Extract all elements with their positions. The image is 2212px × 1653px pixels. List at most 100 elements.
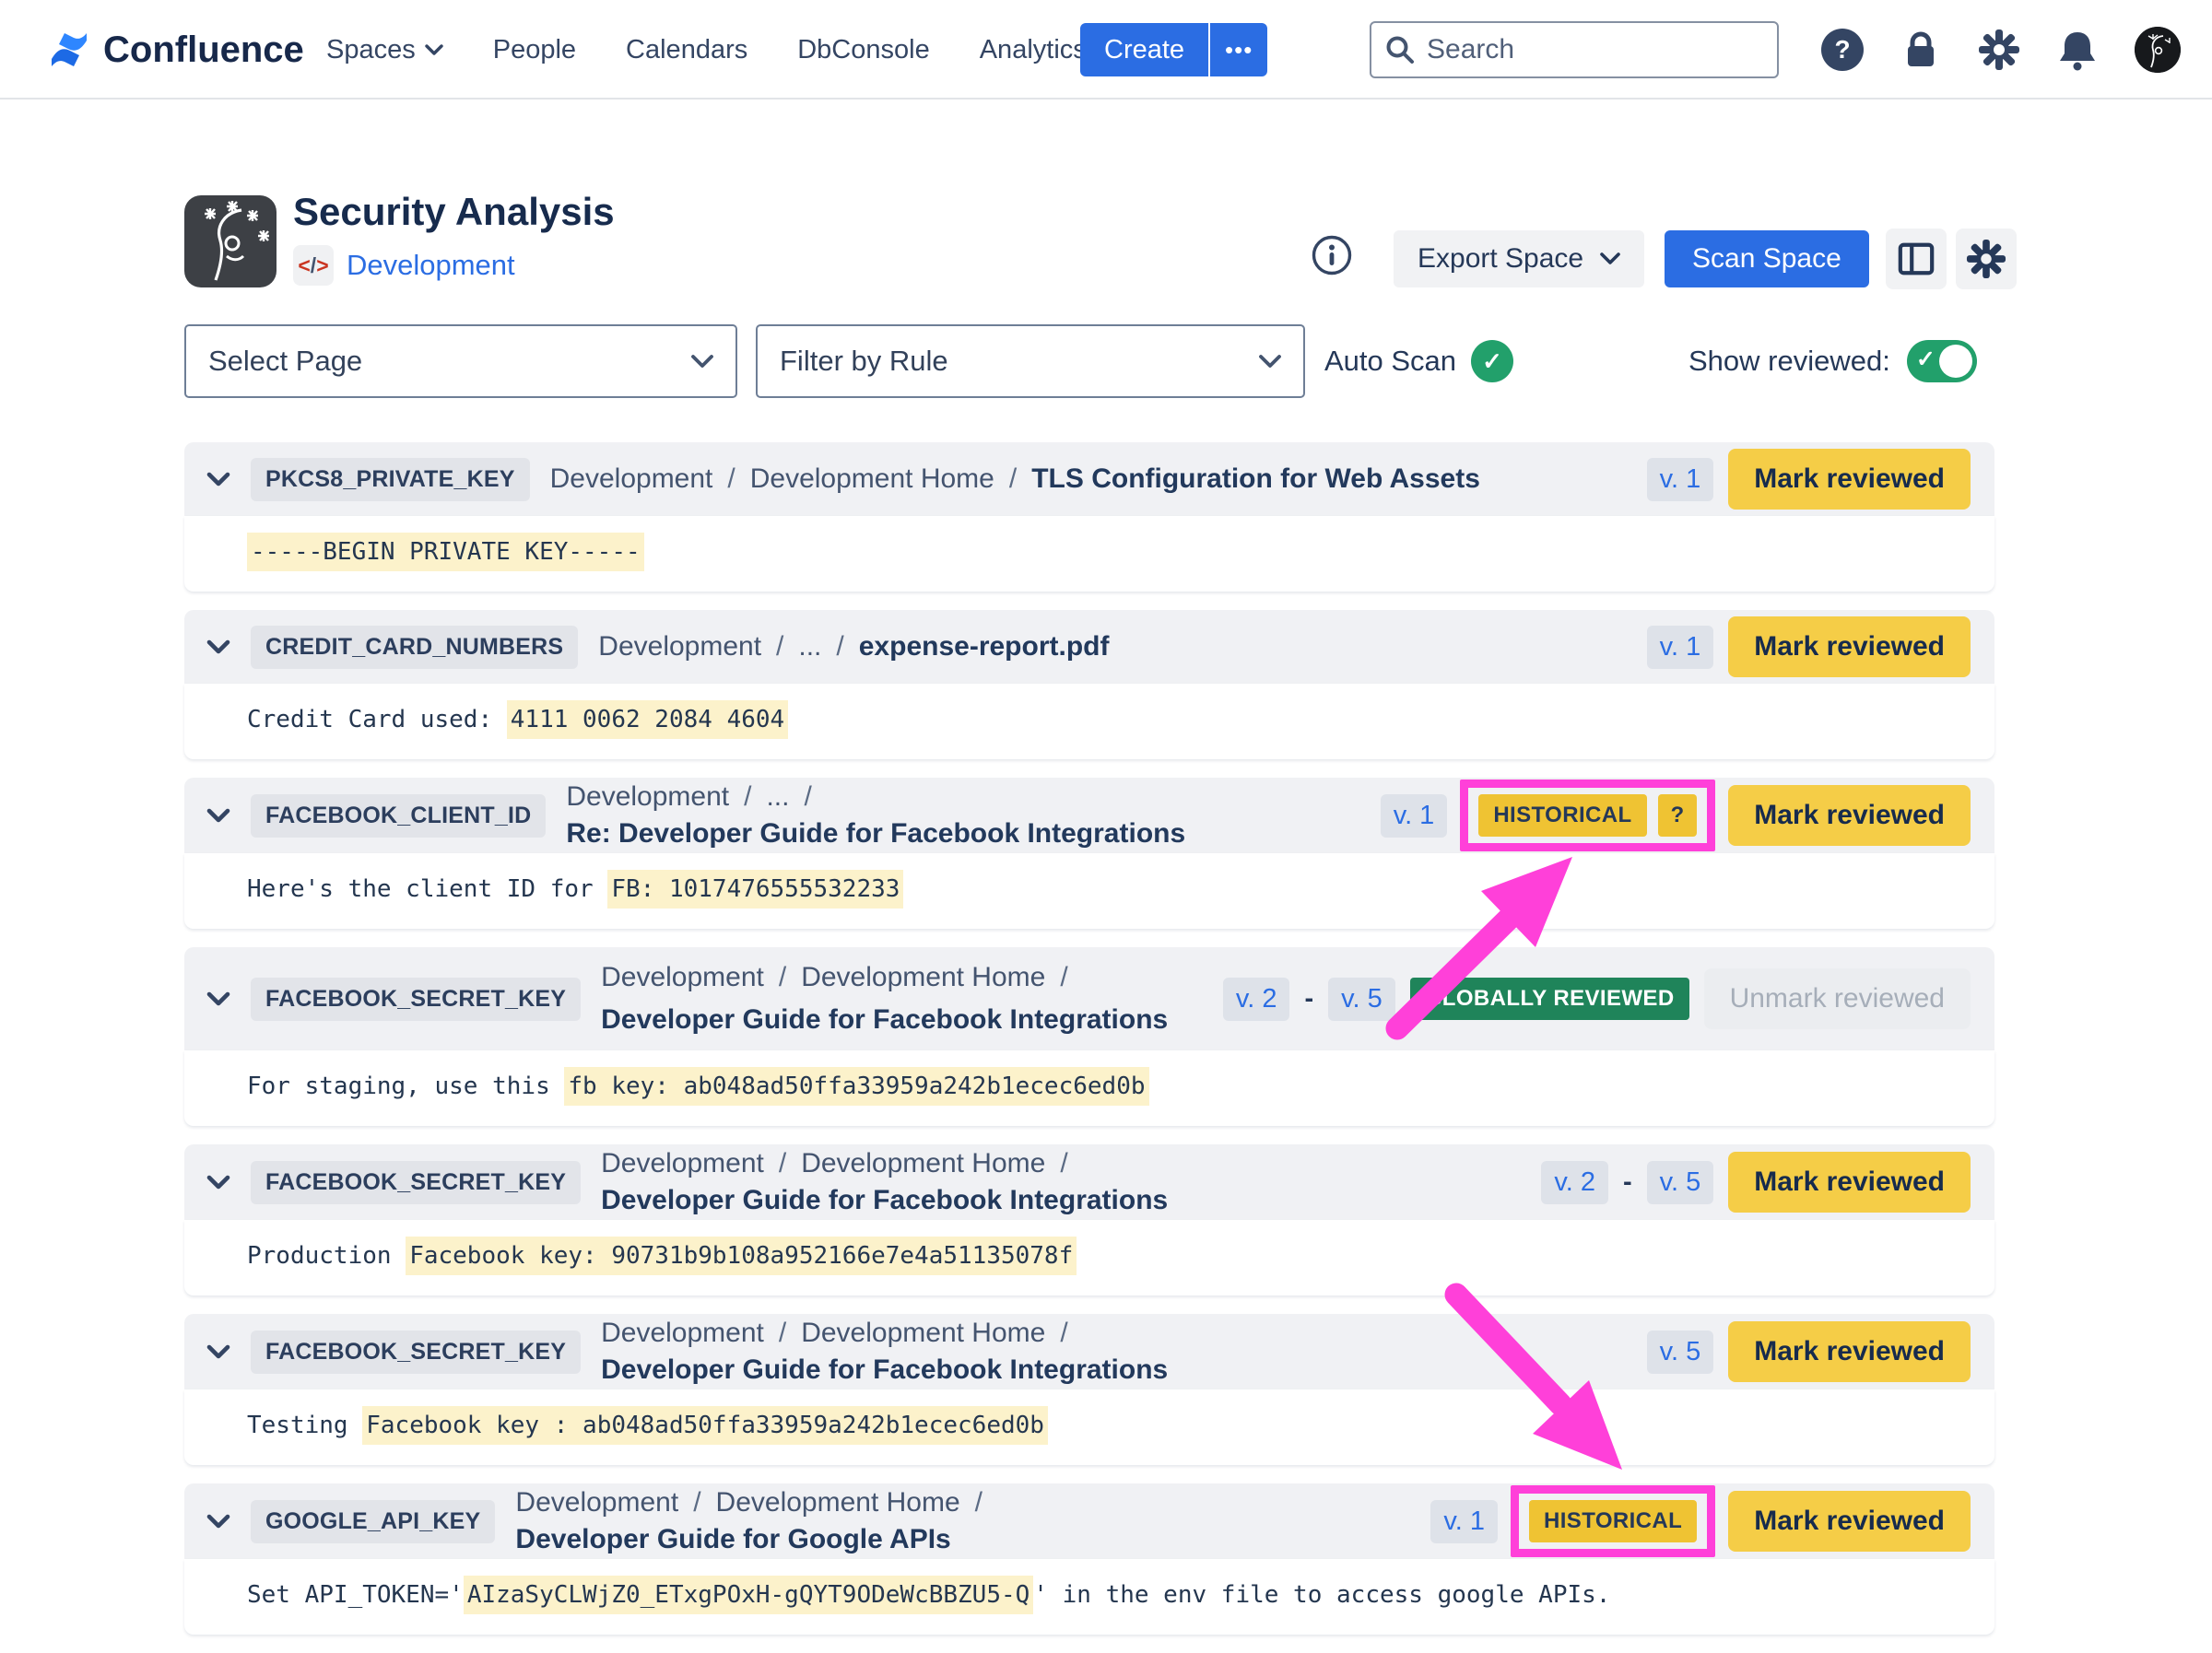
finding-actions: v. 1 HISTORICAL? Mark reviewed xyxy=(1381,785,1971,846)
version-range-dash: - xyxy=(1623,1167,1632,1198)
expand-chevron-icon[interactable] xyxy=(206,1175,230,1190)
mark-reviewed-button[interactable]: Mark reviewed xyxy=(1728,449,1971,510)
breadcrumb-item[interactable]: Developer Guide for Facebook Integration… xyxy=(601,1354,1168,1386)
create-button[interactable]: Create xyxy=(1080,23,1208,76)
expand-chevron-icon[interactable] xyxy=(206,1344,230,1359)
breadcrumb-item[interactable]: Development Home xyxy=(750,463,994,495)
filter-by-rule-dropdown[interactable]: Filter by Rule xyxy=(756,324,1305,398)
export-space-button[interactable]: Export Space xyxy=(1394,230,1644,287)
question-badge[interactable]: ? xyxy=(1658,794,1698,837)
snippet-plain: Testing xyxy=(247,1412,362,1439)
version-badge[interactable]: v. 2 xyxy=(1541,1161,1608,1204)
sidebar-layout-button[interactable] xyxy=(1886,229,1947,289)
space-link[interactable]: Development xyxy=(347,249,515,282)
expand-chevron-icon[interactable] xyxy=(206,639,230,654)
breadcrumb-item[interactable]: Development Home xyxy=(801,1148,1045,1179)
breadcrumb-item[interactable]: Development Home xyxy=(716,1487,960,1518)
breadcrumb-item[interactable]: Developer Guide for Facebook Integration… xyxy=(601,1004,1168,1036)
breadcrumb-item[interactable]: ... xyxy=(798,631,821,662)
annotation-highlight-box: HISTORICAL xyxy=(1511,1485,1715,1557)
version-badge[interactable]: v. 5 xyxy=(1647,1331,1714,1374)
search-icon xyxy=(1384,34,1416,65)
gear-icon[interactable] xyxy=(1978,29,2020,71)
unmark-reviewed-button[interactable]: Unmark reviewed xyxy=(1704,968,1971,1029)
breadcrumb-item[interactable]: Development Home xyxy=(801,962,1045,993)
nav-item-dbconsole[interactable]: DbConsole xyxy=(797,35,929,65)
mark-reviewed-button[interactable]: Mark reviewed xyxy=(1728,1321,1971,1382)
breadcrumb-item[interactable]: Development xyxy=(601,1318,764,1349)
mark-reviewed-button[interactable]: Mark reviewed xyxy=(1728,785,1971,846)
notifications-bell-icon[interactable] xyxy=(2057,29,2098,71)
version-badge[interactable]: v. 5 xyxy=(1647,1161,1714,1204)
nav-icon-cluster: ? xyxy=(1821,0,2181,100)
snippet-highlight: Facebook key : ab048ad50ffa33959a242b1ec… xyxy=(362,1406,1048,1445)
snippet-highlight: -----BEGIN PRIVATE KEY----- xyxy=(247,533,644,571)
breadcrumb-item[interactable]: Developer Guide for Google APIs xyxy=(515,1524,950,1555)
breadcrumb-item[interactable]: Development xyxy=(550,463,713,495)
nav-item-people[interactable]: People xyxy=(493,35,576,65)
scan-space-button[interactable]: Scan Space xyxy=(1665,230,1869,287)
status-badge-historical: HISTORICAL xyxy=(1478,794,1646,837)
search-box[interactable] xyxy=(1370,21,1779,78)
mark-reviewed-button[interactable]: Mark reviewed xyxy=(1728,1152,1971,1213)
select-page-dropdown[interactable]: Select Page xyxy=(184,324,737,398)
snippet-plain: For staging, use this xyxy=(247,1073,564,1100)
version-badge[interactable]: v. 1 xyxy=(1647,626,1714,669)
confluence-logo-text: Confluence xyxy=(103,29,304,71)
finding-snippet: Set API_TOKEN='AIzaSyCLWjZ0_ETxgPOxH-gQY… xyxy=(184,1559,1994,1635)
version-badge[interactable]: v. 1 xyxy=(1430,1500,1498,1543)
finding-snippet: -----BEGIN PRIVATE KEY----- xyxy=(184,516,1994,592)
breadcrumb-item[interactable]: Developer Guide for Facebook Integration… xyxy=(601,1185,1168,1216)
breadcrumb-item[interactable]: Development xyxy=(566,781,729,813)
version-range-dash: - xyxy=(1304,984,1313,1014)
space-avatar[interactable] xyxy=(184,195,276,287)
rule-badge: FACEBOOK_SECRET_KEY xyxy=(251,1161,581,1204)
expand-chevron-icon[interactable] xyxy=(206,808,230,823)
breadcrumb-item[interactable]: Development xyxy=(598,631,761,662)
breadcrumb-separator: / xyxy=(779,962,786,993)
breadcrumb-item[interactable]: Development xyxy=(601,1148,764,1179)
version-badge[interactable]: v. 1 xyxy=(1381,794,1448,838)
confluence-logo[interactable]: Confluence xyxy=(48,0,304,100)
user-avatar[interactable] xyxy=(2135,27,2181,73)
chevron-down-icon xyxy=(1600,252,1620,265)
breadcrumb-item[interactable]: ... xyxy=(766,781,789,813)
breadcrumb-item[interactable]: TLS Configuration for Web Assets xyxy=(1031,463,1480,495)
expand-chevron-icon[interactable] xyxy=(206,472,230,487)
confluence-logo-icon xyxy=(48,29,90,71)
nav-item-spaces[interactable]: Spaces xyxy=(326,35,443,65)
info-icon[interactable] xyxy=(1311,234,1353,276)
chevron-down-icon xyxy=(691,355,713,369)
create-more-button[interactable]: ••• xyxy=(1208,23,1267,76)
help-icon[interactable]: ? xyxy=(1821,29,1864,71)
snippet-text: Credit Card used: 4111 0062 2084 4604 xyxy=(247,706,788,733)
version-badge[interactable]: v. 1 xyxy=(1647,458,1714,501)
finding-header: FACEBOOK_SECRET_KEYDevelopment/Developme… xyxy=(184,947,1994,1050)
nav-item-calendars[interactable]: Calendars xyxy=(626,35,747,65)
show-reviewed-toggle[interactable]: ✓ xyxy=(1907,340,1977,382)
rule-badge: GOOGLE_API_KEY xyxy=(251,1500,495,1543)
version-badge[interactable]: v. 2 xyxy=(1223,978,1290,1021)
version-badge[interactable]: v. 5 xyxy=(1328,978,1395,1021)
finding-header: FACEBOOK_CLIENT_IDDevelopment/.../Re: De… xyxy=(184,778,1994,853)
lock-icon[interactable] xyxy=(1900,29,1941,71)
mark-reviewed-button[interactable]: Mark reviewed xyxy=(1728,616,1971,677)
finding-snippet: Credit Card used: 4111 0062 2084 4604 xyxy=(184,684,1994,759)
rule-badge: FACEBOOK_CLIENT_ID xyxy=(251,794,546,838)
breadcrumb-item[interactable]: Development xyxy=(515,1487,678,1518)
mark-reviewed-button[interactable]: Mark reviewed xyxy=(1728,1491,1971,1552)
breadcrumb-item[interactable]: Re: Developer Guide for Facebook Integra… xyxy=(566,818,1185,850)
breadcrumb-item[interactable]: Development xyxy=(601,962,764,993)
finding-actions: v. 1 Mark reviewed xyxy=(1647,616,1971,677)
search-input[interactable] xyxy=(1427,34,1764,65)
snippet-plain: Production xyxy=(247,1242,406,1270)
expand-chevron-icon[interactable] xyxy=(206,1514,230,1529)
page-title: Security Analysis xyxy=(293,190,615,234)
finding-card: FACEBOOK_CLIENT_IDDevelopment/.../Re: De… xyxy=(184,778,1994,929)
expand-chevron-icon[interactable] xyxy=(206,991,230,1006)
snippet-plain: Set API_TOKEN=' xyxy=(247,1581,464,1609)
breadcrumb-item[interactable]: Development Home xyxy=(801,1318,1045,1349)
breadcrumb-item[interactable]: expense-report.pdf xyxy=(859,631,1110,662)
settings-button[interactable] xyxy=(1956,229,2017,289)
nav-item-analytics[interactable]: Analytics xyxy=(980,35,1087,65)
